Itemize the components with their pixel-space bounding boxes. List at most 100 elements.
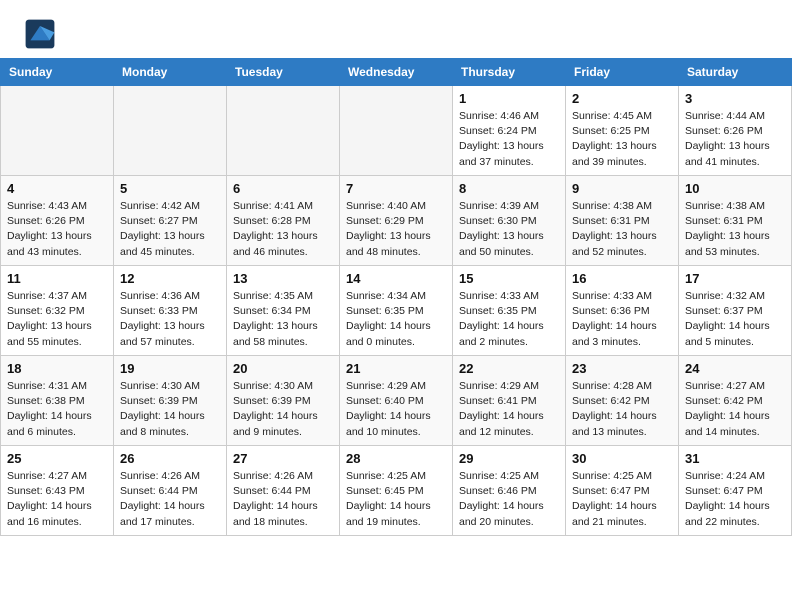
calendar-cell: 7Sunrise: 4:40 AM Sunset: 6:29 PM Daylig… — [340, 176, 453, 266]
calendar-cell: 11 Sunrise: 4:37 AM Sunset: 6:32 PM Dayli… — [1, 266, 114, 356]
day-number: 22 — [459, 361, 559, 376]
calendar-cell: 14 Sunrise: 4:34 AM Sunset: 6:35 PM Dayli… — [340, 266, 453, 356]
calendar-cell: 31 Sunrise: 4:24 AM Sunset: 6:47 PM Dayli… — [679, 446, 792, 536]
calendar-cell: 30 Sunrise: 4:25 AM Sunset: 6:47 PM Dayli… — [566, 446, 679, 536]
day-info: Sunrise: 4:25 AM Sunset: 6:46 PM Dayligh… — [459, 469, 559, 530]
day-info: Sunrise: 4:29 AM Sunset: 6:41 PM Dayligh… — [459, 379, 559, 440]
day-number: 4 — [7, 181, 107, 196]
day-number: 25 — [7, 451, 107, 466]
day-number: 13 — [233, 271, 333, 286]
calendar-cell: 17 Sunrise: 4:32 AM Sunset: 6:37 PM Dayli… — [679, 266, 792, 356]
day-number: 16 — [572, 271, 672, 286]
calendar-cell: 12 Sunrise: 4:36 AM Sunset: 6:33 PM Dayli… — [114, 266, 227, 356]
calendar-cell: 2Sunrise: 4:45 AM Sunset: 6:25 PM Daylig… — [566, 86, 679, 176]
calendar-table: SundayMondayTuesdayWednesdayThursdayFrid… — [0, 58, 792, 536]
day-number: 23 — [572, 361, 672, 376]
calendar-cell: 4 Sunrise: 4:43 AM Sunset: 6:26 PM Daylig… — [1, 176, 114, 266]
calendar-cell: 9 Sunrise: 4:38 AM Sunset: 6:31 PM Daylig… — [566, 176, 679, 266]
weekday-header-tuesday: Tuesday — [227, 59, 340, 86]
calendar-cell: 20 Sunrise: 4:30 AM Sunset: 6:39 PM Dayli… — [227, 356, 340, 446]
day-info: Sunrise: 4:25 AM Sunset: 6:45 PM Dayligh… — [346, 469, 446, 530]
day-number: 29 — [459, 451, 559, 466]
calendar-cell: 18 Sunrise: 4:31 AM Sunset: 6:38 PM Dayli… — [1, 356, 114, 446]
calendar-cell: 1Sunrise: 4:46 AM Sunset: 6:24 PM Daylig… — [453, 86, 566, 176]
calendar-week-5: 25Sunrise: 4:27 AM Sunset: 6:43 PM Dayli… — [1, 446, 792, 536]
calendar-cell: 10Sunrise: 4:38 AM Sunset: 6:31 PM Dayli… — [679, 176, 792, 266]
day-info: Sunrise: 4:44 AM Sunset: 6:26 PM Dayligh… — [685, 109, 785, 170]
day-number: 18 — [7, 361, 107, 376]
calendar-cell: 29 Sunrise: 4:25 AM Sunset: 6:46 PM Dayli… — [453, 446, 566, 536]
calendar-cell: 6 Sunrise: 4:41 AM Sunset: 6:28 PM Daylig… — [227, 176, 340, 266]
logo — [24, 18, 60, 50]
day-info: Sunrise: 4:30 AM Sunset: 6:39 PM Dayligh… — [233, 379, 333, 440]
day-info: Sunrise: 4:33 AM Sunset: 6:36 PM Dayligh… — [572, 289, 672, 350]
day-number: 30 — [572, 451, 672, 466]
day-info: Sunrise: 4:28 AM Sunset: 6:42 PM Dayligh… — [572, 379, 672, 440]
day-info: Sunrise: 4:42 AM Sunset: 6:27 PM Dayligh… — [120, 199, 220, 260]
day-info: Sunrise: 4:30 AM Sunset: 6:39 PM Dayligh… — [120, 379, 220, 440]
day-info: Sunrise: 4:24 AM Sunset: 6:47 PM Dayligh… — [685, 469, 785, 530]
day-info: Sunrise: 4:31 AM Sunset: 6:38 PM Dayligh… — [7, 379, 107, 440]
day-number: 14 — [346, 271, 446, 286]
logo-icon — [24, 18, 56, 50]
day-info: Sunrise: 4:34 AM Sunset: 6:35 PM Dayligh… — [346, 289, 446, 350]
weekday-header-saturday: Saturday — [679, 59, 792, 86]
calendar-week-3: 11 Sunrise: 4:37 AM Sunset: 6:32 PM Dayli… — [1, 266, 792, 356]
calendar-cell: 21 Sunrise: 4:29 AM Sunset: 6:40 PM Dayli… — [340, 356, 453, 446]
day-info: Sunrise: 4:37 AM Sunset: 6:32 PM Dayligh… — [7, 289, 107, 350]
day-number: 20 — [233, 361, 333, 376]
weekday-header-friday: Friday — [566, 59, 679, 86]
day-info: Sunrise: 4:32 AM Sunset: 6:37 PM Dayligh… — [685, 289, 785, 350]
day-number: 28 — [346, 451, 446, 466]
day-number: 9 — [572, 181, 672, 196]
page-header — [0, 0, 792, 58]
calendar-week-4: 18 Sunrise: 4:31 AM Sunset: 6:38 PM Dayli… — [1, 356, 792, 446]
day-number: 17 — [685, 271, 785, 286]
day-info: Sunrise: 4:46 AM Sunset: 6:24 PM Dayligh… — [459, 109, 559, 170]
weekday-header-wednesday: Wednesday — [340, 59, 453, 86]
day-number: 12 — [120, 271, 220, 286]
weekday-header-row: SundayMondayTuesdayWednesdayThursdayFrid… — [1, 59, 792, 86]
day-number: 15 — [459, 271, 559, 286]
calendar-week-1: 1Sunrise: 4:46 AM Sunset: 6:24 PM Daylig… — [1, 86, 792, 176]
day-info: Sunrise: 4:25 AM Sunset: 6:47 PM Dayligh… — [572, 469, 672, 530]
calendar-cell — [1, 86, 114, 176]
calendar-cell: 8 Sunrise: 4:39 AM Sunset: 6:30 PM Daylig… — [453, 176, 566, 266]
calendar-cell: 28 Sunrise: 4:25 AM Sunset: 6:45 PM Dayli… — [340, 446, 453, 536]
day-info: Sunrise: 4:35 AM Sunset: 6:34 PM Dayligh… — [233, 289, 333, 350]
calendar-cell: 15 Sunrise: 4:33 AM Sunset: 6:35 PM Dayli… — [453, 266, 566, 356]
weekday-header-monday: Monday — [114, 59, 227, 86]
day-number: 27 — [233, 451, 333, 466]
day-info: Sunrise: 4:36 AM Sunset: 6:33 PM Dayligh… — [120, 289, 220, 350]
calendar-cell: 22 Sunrise: 4:29 AM Sunset: 6:41 PM Dayli… — [453, 356, 566, 446]
day-number: 11 — [7, 271, 107, 286]
weekday-header-thursday: Thursday — [453, 59, 566, 86]
day-info: Sunrise: 4:27 AM Sunset: 6:42 PM Dayligh… — [685, 379, 785, 440]
calendar-cell — [114, 86, 227, 176]
day-info: Sunrise: 4:26 AM Sunset: 6:44 PM Dayligh… — [120, 469, 220, 530]
day-number: 6 — [233, 181, 333, 196]
calendar-cell — [340, 86, 453, 176]
day-info: Sunrise: 4:45 AM Sunset: 6:25 PM Dayligh… — [572, 109, 672, 170]
day-number: 8 — [459, 181, 559, 196]
day-number: 26 — [120, 451, 220, 466]
day-info: Sunrise: 4:43 AM Sunset: 6:26 PM Dayligh… — [7, 199, 107, 260]
calendar-cell — [227, 86, 340, 176]
calendar-cell: 23 Sunrise: 4:28 AM Sunset: 6:42 PM Dayli… — [566, 356, 679, 446]
day-number: 19 — [120, 361, 220, 376]
day-info: Sunrise: 4:41 AM Sunset: 6:28 PM Dayligh… — [233, 199, 333, 260]
day-info: Sunrise: 4:39 AM Sunset: 6:30 PM Dayligh… — [459, 199, 559, 260]
day-info: Sunrise: 4:38 AM Sunset: 6:31 PM Dayligh… — [572, 199, 672, 260]
day-info: Sunrise: 4:29 AM Sunset: 6:40 PM Dayligh… — [346, 379, 446, 440]
weekday-header-sunday: Sunday — [1, 59, 114, 86]
day-number: 24 — [685, 361, 785, 376]
day-number: 5 — [120, 181, 220, 196]
calendar-cell: 5 Sunrise: 4:42 AM Sunset: 6:27 PM Daylig… — [114, 176, 227, 266]
day-number: 21 — [346, 361, 446, 376]
calendar-cell: 25Sunrise: 4:27 AM Sunset: 6:43 PM Dayli… — [1, 446, 114, 536]
calendar-cell: 24 Sunrise: 4:27 AM Sunset: 6:42 PM Dayli… — [679, 356, 792, 446]
day-number: 3 — [685, 91, 785, 106]
day-info: Sunrise: 4:33 AM Sunset: 6:35 PM Dayligh… — [459, 289, 559, 350]
day-number: 10 — [685, 181, 785, 196]
day-number: 31 — [685, 451, 785, 466]
